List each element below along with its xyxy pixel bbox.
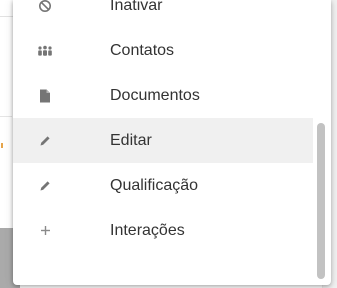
menu-item-label: Documentos xyxy=(110,86,200,104)
context-menu: Inativar Contatos Documentos Editar Qual… xyxy=(13,0,331,285)
menu-scrollbar[interactable] xyxy=(314,0,326,285)
plus-icon xyxy=(36,222,54,240)
pencil-icon xyxy=(36,177,54,195)
menu-item-inativar[interactable]: Inativar xyxy=(13,0,313,28)
menu-item-label: Qualificação xyxy=(110,176,199,194)
background-mark xyxy=(1,143,3,148)
ban-icon xyxy=(36,0,54,15)
menu-item-documentos[interactable]: Documentos xyxy=(13,73,313,118)
menu-item-editar[interactable]: Editar xyxy=(13,118,313,163)
pencil-icon xyxy=(36,132,54,150)
menu-list: Inativar Contatos Documentos Editar Qual… xyxy=(13,0,313,253)
menu-item-label: Editar xyxy=(110,131,152,149)
contacts-group-icon xyxy=(36,42,54,60)
menu-item-label: Contatos xyxy=(110,41,175,59)
menu-item-label: Inativar xyxy=(110,0,163,14)
scrollbar-thumb[interactable] xyxy=(317,123,325,279)
menu-item-contatos[interactable]: Contatos xyxy=(13,28,313,73)
menu-item-interacoes[interactable]: Interações xyxy=(13,208,313,253)
document-icon xyxy=(36,87,54,105)
menu-item-label: Interações xyxy=(110,221,185,239)
menu-item-qualificacao[interactable]: Qualificação xyxy=(13,163,313,208)
background-divider xyxy=(0,116,12,117)
